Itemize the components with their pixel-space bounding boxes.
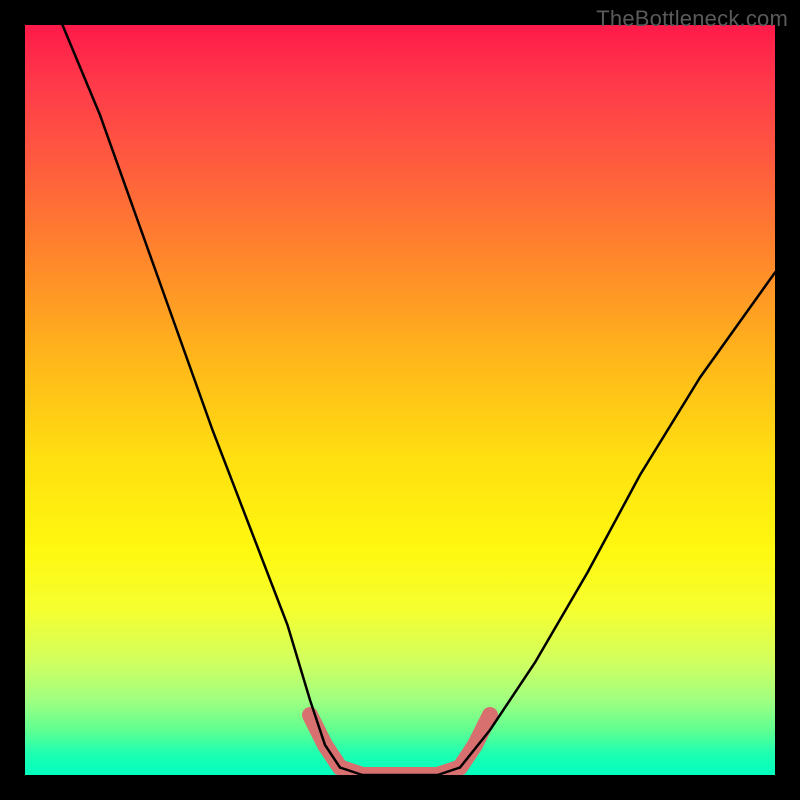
left-curve-path <box>63 25 341 768</box>
watermark-text: TheBottleneck.com <box>596 6 788 32</box>
trough-highlight-path <box>310 715 490 775</box>
chart-lines <box>25 25 775 775</box>
right-curve-path <box>460 273 775 768</box>
